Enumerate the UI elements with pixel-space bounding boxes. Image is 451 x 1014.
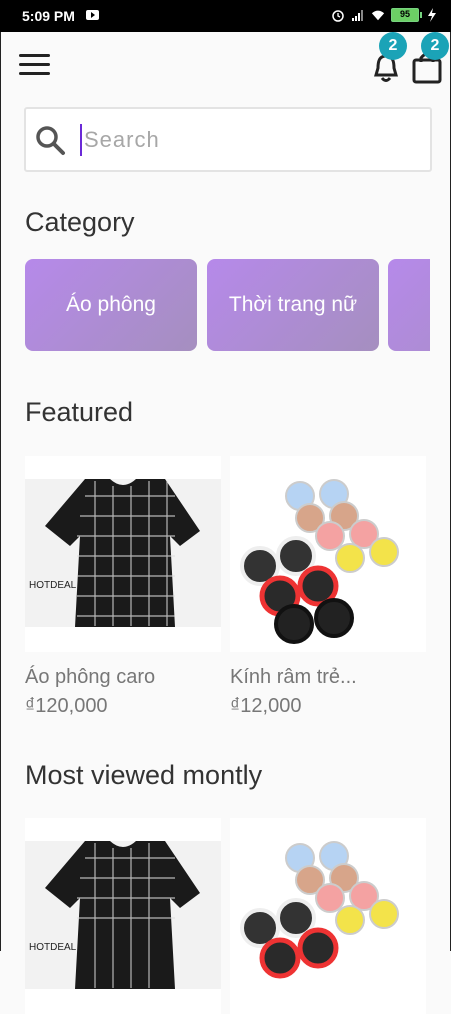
product-name: Áo phông caro [25,666,156,688]
sunglasses-image [230,456,426,652]
product-card-ao-phong-caro[interactable]: HOTDEAL Áo phông caro ₫120,000 [25,456,221,718]
status-icons: 95 [331,8,439,22]
most-viewed-heading: Most viewed montly [25,760,263,790]
signal-icon [352,10,363,21]
most-viewed-card[interactable]: HOTDEAL [25,818,221,1014]
alarm-icon [332,10,344,22]
category-item[interactable] [388,259,430,351]
cart-badge: 2 [421,32,449,60]
tshirt-image: HOTDEAL [25,479,221,627]
product-price: ₫12,000 [230,695,302,717]
tshirt-image: HOTDEAL [25,841,221,989]
search-input[interactable] [84,126,384,153]
product-image [230,456,426,652]
most-viewed-card[interactable] [230,818,426,1014]
watermark: HOTDEAL [29,580,77,591]
category-thoi-trang-nu[interactable]: Thời trang nữ [207,259,379,351]
app-screen: 2 2 Category Áo phông Thời trang nữ Feat… [0,32,451,1014]
battery-indicator: 95 [391,8,422,22]
wifi-icon [371,10,385,21]
menu-icon [19,54,50,57]
product-name: Kính râm trẻ... [230,666,357,688]
charging-icon [428,8,436,22]
category-heading: Category [25,207,135,237]
youtube-icon [86,10,99,20]
watermark: HOTDEAL [29,942,77,953]
product-price: ₫120,000 [25,695,108,717]
menu-button[interactable] [19,54,50,76]
notification-badge: 2 [379,32,407,60]
product-image [230,818,426,1014]
product-image: HOTDEAL [25,818,221,1014]
text-cursor [80,123,82,156]
status-time: 5:09 PM [22,8,75,24]
status-bar: 5:09 PM 95 [0,0,451,32]
product-card-kinh-ram[interactable]: Kính râm trẻ... ₫12,000 [230,456,426,718]
product-image: HOTDEAL [25,456,221,652]
category-list: Áo phông Thời trang nữ [25,259,430,351]
category-ao-phong[interactable]: Áo phông [25,259,197,351]
search-icon [36,125,65,155]
sunglasses-image [230,818,426,1014]
search-box[interactable] [24,107,432,172]
featured-heading: Featured [25,397,134,427]
